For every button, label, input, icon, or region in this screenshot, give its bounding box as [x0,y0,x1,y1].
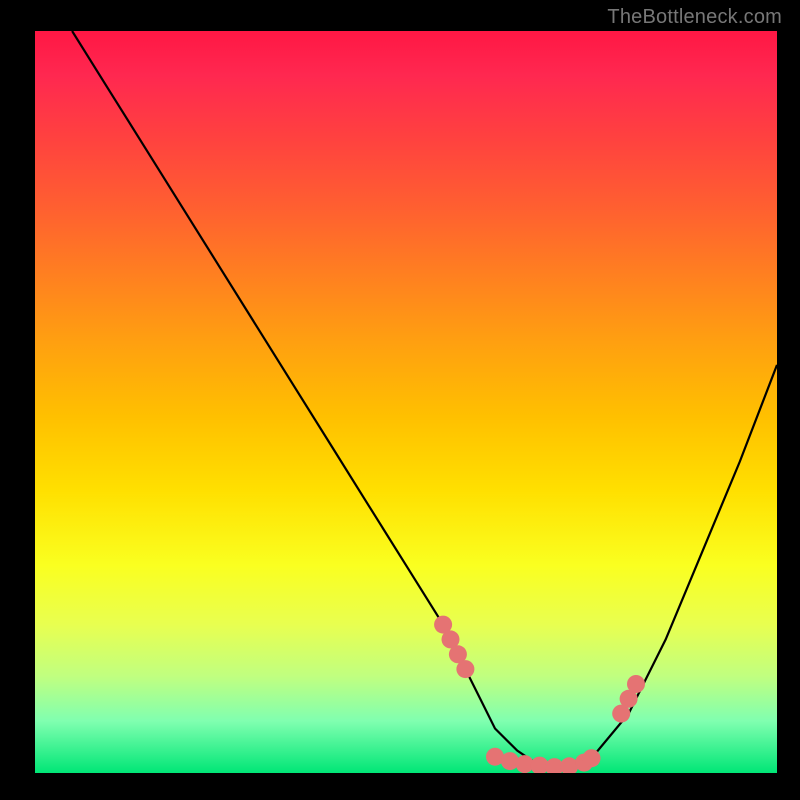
marker-dot [583,749,601,767]
chart-svg [35,31,777,773]
chart-plot-area [35,31,777,773]
marker-group [434,616,645,773]
watermark-text: TheBottleneck.com [607,6,782,29]
marker-dot [501,752,519,770]
marker-dot [627,675,645,693]
marker-dot [456,660,474,678]
bottleneck-curve [72,31,777,769]
